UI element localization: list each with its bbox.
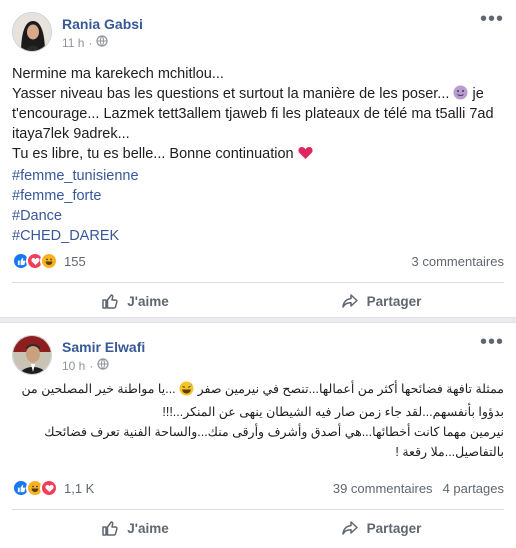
author-name[interactable]: Samir Elwafi: [62, 339, 145, 355]
more-options-icon[interactable]: •••: [480, 9, 504, 29]
text-segment: ممثلة تافهة فضائحها أكثر من أعمالها...تن…: [197, 382, 504, 396]
more-options-icon[interactable]: •••: [480, 332, 504, 352]
like-label: J'aime: [127, 293, 169, 309]
text-segment: je: [472, 86, 484, 102]
avatar[interactable]: [12, 12, 52, 52]
share-arrow-icon: [341, 519, 359, 537]
haha-reaction-icon: [40, 252, 58, 270]
reaction-bar: 1,1 K 39 commentaires 4 partages: [12, 475, 504, 501]
timestamp[interactable]: 10 h: [62, 359, 85, 373]
reactions-summary[interactable]: 155: [12, 252, 86, 270]
post-text: Nermine ma karekech mchitlou... Yasser n…: [12, 64, 507, 246]
post-text: ممثلة تافهة فضائحها أكثر من أعمالها...تن…: [18, 379, 504, 462]
text-line: t'encourage... Lazmek tett3allem tjaweb …: [12, 106, 494, 122]
shares-count-link[interactable]: 4 partages: [443, 481, 504, 496]
separator: ·: [89, 358, 94, 373]
thumbs-up-icon: [101, 292, 119, 310]
hashtag-link[interactable]: #femme_tunisienne: [12, 166, 507, 186]
author-name[interactable]: Rania Gabsi: [62, 16, 143, 32]
love-reaction-icon: [40, 479, 58, 497]
heart-emoji-icon: [298, 146, 313, 166]
post-card: Samir Elwafi 10 h · ••• ممثلة تافهة فضائ…: [0, 322, 516, 548]
action-bar: J'aime Partager: [12, 283, 504, 319]
post-meta: 10 h ·: [62, 358, 109, 373]
like-button[interactable]: J'aime: [12, 510, 258, 546]
text-segment: نيرمين مهما كانت أخطائها...هي أصدق وأشرف…: [44, 425, 504, 459]
text-segment: Tu es libre, tu es belle... Bonne contin…: [12, 146, 294, 162]
reaction-bar: 155 3 commentaires: [12, 248, 504, 274]
like-button[interactable]: J'aime: [12, 283, 258, 319]
like-label: J'aime: [127, 520, 169, 536]
globe-icon: [97, 358, 109, 373]
share-label: Partager: [366, 293, 422, 309]
thumbs-up-icon: [101, 519, 119, 537]
text-line: itaya7lek 9adrek...: [12, 126, 130, 142]
blush-emoji-icon: [453, 85, 468, 100]
action-bar: J'aime Partager: [12, 510, 504, 546]
reactions-summary[interactable]: 1,1 K: [12, 479, 94, 497]
hashtag-link[interactable]: #Dance: [12, 206, 507, 226]
post-card: Rania Gabsi 11 h · ••• Nermine ma kareke…: [0, 0, 516, 318]
comments-count-link[interactable]: 39 commentaires: [333, 481, 433, 496]
timestamp[interactable]: 11 h: [62, 36, 84, 50]
post-header: Rania Gabsi 11 h · •••: [12, 9, 504, 56]
grin-sweat-emoji-icon: [179, 381, 194, 402]
text-line: Tu es libre, tu es belle... Bonne contin…: [12, 144, 507, 166]
comments-count-link[interactable]: 3 commentaires: [412, 254, 504, 269]
share-arrow-icon: [341, 292, 359, 310]
text-segment: Yasser niveau bas les questions et surto…: [12, 86, 450, 102]
avatar[interactable]: [12, 335, 52, 375]
text-line: Yasser niveau bas les questions et surto…: [12, 84, 507, 104]
share-button[interactable]: Partager: [258, 510, 504, 546]
share-button[interactable]: Partager: [258, 283, 504, 319]
hashtag-link[interactable]: #CHED_DAREK: [12, 226, 507, 246]
reaction-count: 155: [64, 253, 86, 269]
share-label: Partager: [366, 520, 422, 536]
separator: ·: [88, 35, 93, 50]
text-line: Nermine ma karekech mchitlou...: [12, 66, 224, 82]
hashtag-link[interactable]: #femme_forte: [12, 186, 507, 206]
globe-icon: [96, 35, 109, 50]
reaction-count: 1,1 K: [64, 480, 95, 496]
post-header: Samir Elwafi 10 h · •••: [12, 332, 504, 379]
post-meta: 11 h ·: [62, 35, 109, 50]
